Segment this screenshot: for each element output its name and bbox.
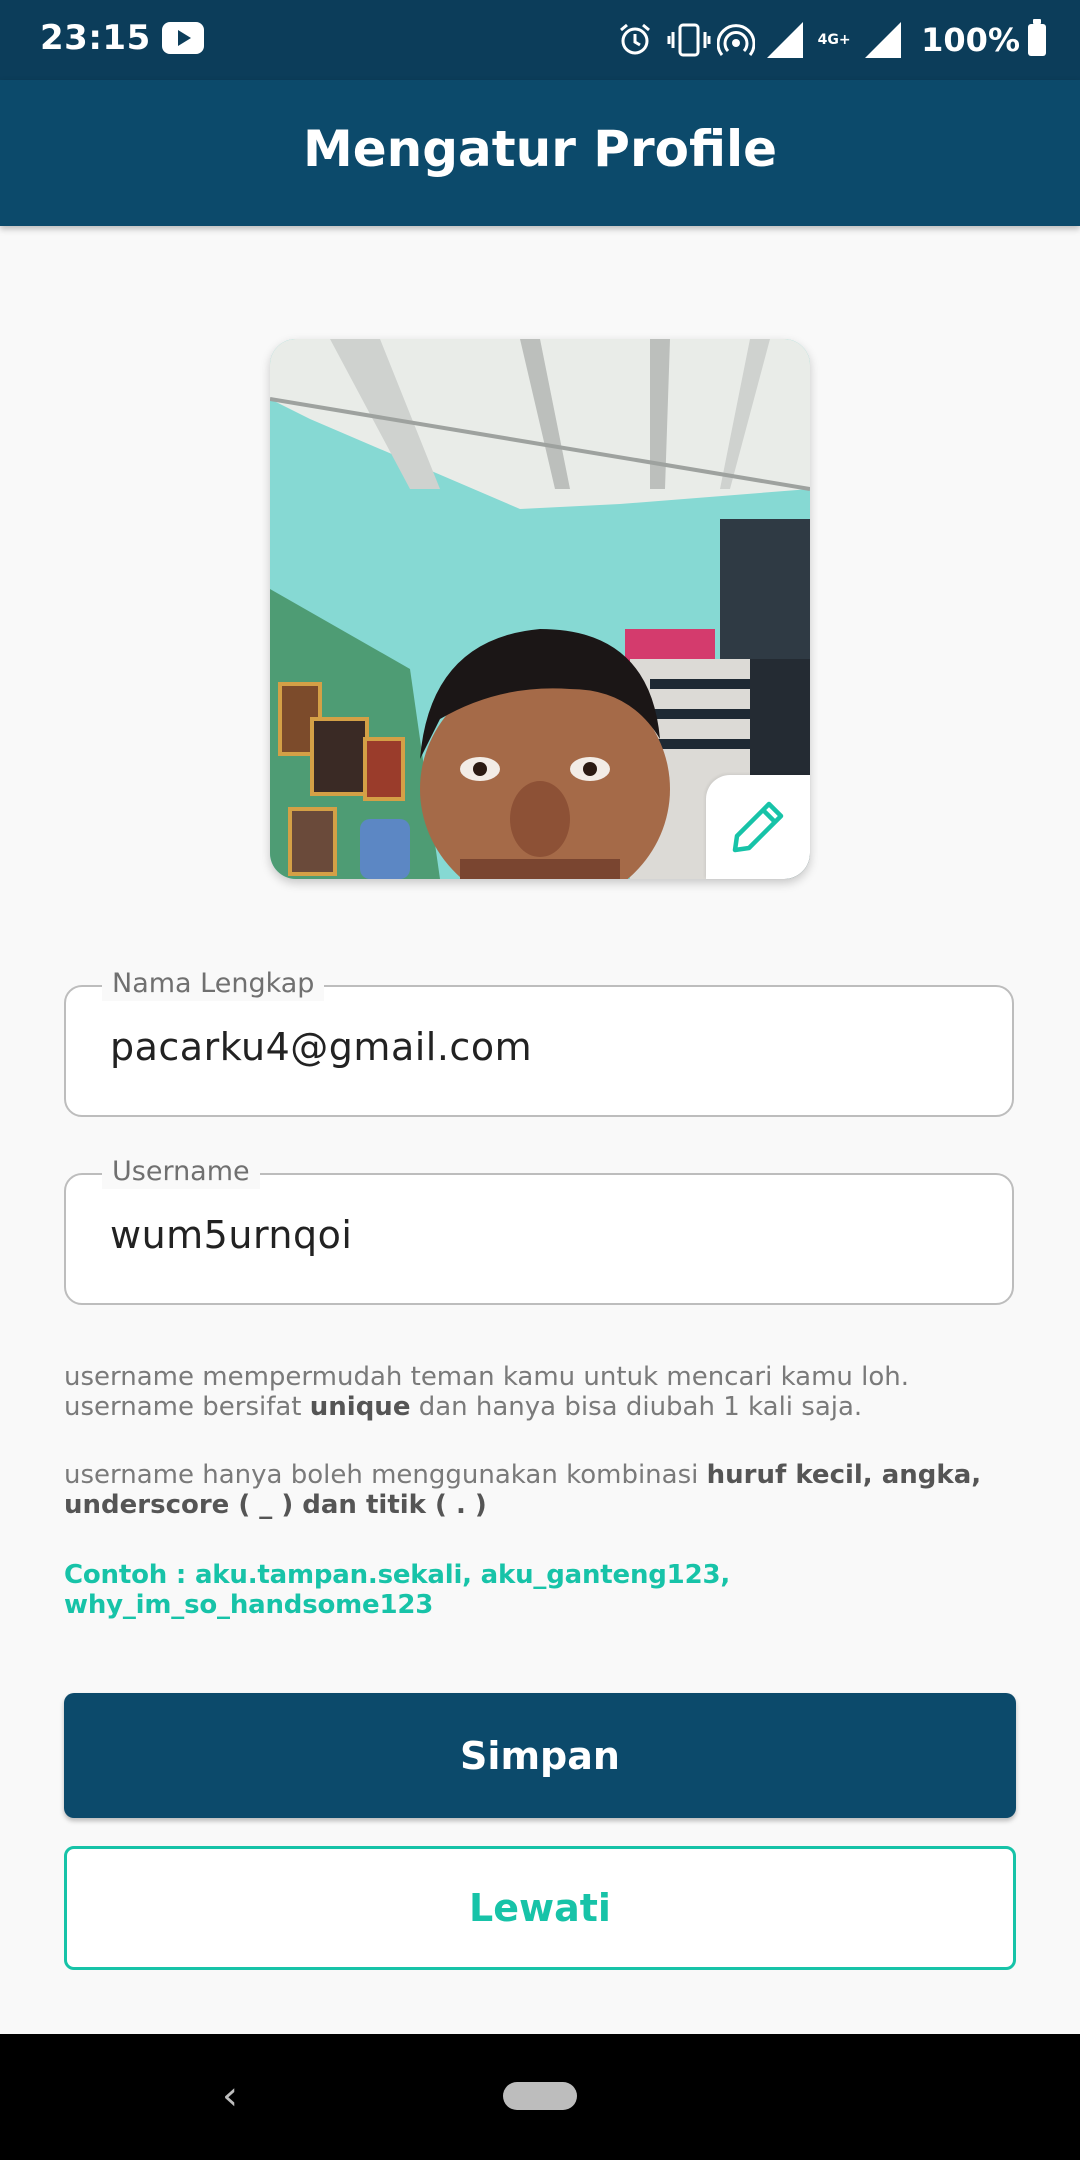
status-time: 23:15 <box>40 18 151 58</box>
home-pill-icon[interactable] <box>503 2082 577 2110</box>
back-icon[interactable]: ‹ <box>222 2074 238 2118</box>
network-4g-icon: 4G+ <box>817 32 851 48</box>
signal-icon <box>767 22 804 58</box>
alarm-icon <box>617 22 653 58</box>
app-bar: Mengatur Profile <box>0 80 1080 226</box>
edit-photo-button[interactable] <box>706 775 810 879</box>
username-label: Username <box>102 1155 260 1189</box>
username-example-text: Contoh : aku.tampan.sekali, aku_ganteng1… <box>64 1560 731 1620</box>
youtube-icon <box>162 22 204 54</box>
battery-icon <box>1028 19 1046 56</box>
page-title: Mengatur Profile <box>302 120 778 178</box>
helper-line-2: username bersifat unique dan hanya bisa … <box>64 1392 1024 1422</box>
username-helper-text: username mempermudah teman kamu untuk me… <box>64 1362 1024 1422</box>
rules-bold-1: huruf kecil, angka, <box>706 1460 982 1490</box>
rules-line-2: underscore ( _ ) dan titik ( . ) <box>64 1490 1024 1520</box>
pencil-icon <box>732 801 784 853</box>
status-icons: 4G+ 100% <box>603 16 1046 64</box>
hotspot-icon <box>716 22 756 58</box>
helper-line-2-bold: unique <box>309 1392 411 1422</box>
helper-line-2-rest: dan hanya bisa diubah 1 kali saja. <box>410 1392 863 1422</box>
save-button[interactable]: Simpan <box>64 1693 1016 1818</box>
signal-icon <box>865 22 902 58</box>
rules-bold-2: underscore ( _ ) dan titik ( . ) <box>64 1490 487 1520</box>
status-bar: 23:15 4G+ 100% <box>0 0 1080 80</box>
system-nav-bar: ‹ <box>0 2034 1080 2160</box>
rules-text: username hanya boleh menggunakan kombina… <box>64 1460 707 1490</box>
full-name-label: Nama Lengkap <box>102 967 325 1001</box>
username-field[interactable]: Username wum5urnqoi <box>64 1155 1014 1305</box>
full-name-field[interactable]: Nama Lengkap pacarku4@gmail.com <box>64 967 1014 1117</box>
username-value[interactable]: wum5urnqoi <box>110 1213 352 1257</box>
helper-line-1: username mempermudah teman kamu untuk me… <box>64 1362 910 1392</box>
helper-line-2-text: username bersifat <box>64 1392 310 1422</box>
username-rules-text: username hanya boleh menggunakan kombina… <box>64 1460 1024 1520</box>
rules-line-1: username hanya boleh menggunakan kombina… <box>64 1460 1024 1490</box>
full-name-value[interactable]: pacarku4@gmail.com <box>110 1025 532 1069</box>
vibrate-icon <box>667 22 711 58</box>
battery-percentage: 100% <box>921 21 1020 59</box>
skip-button[interactable]: Lewati <box>64 1846 1016 1970</box>
